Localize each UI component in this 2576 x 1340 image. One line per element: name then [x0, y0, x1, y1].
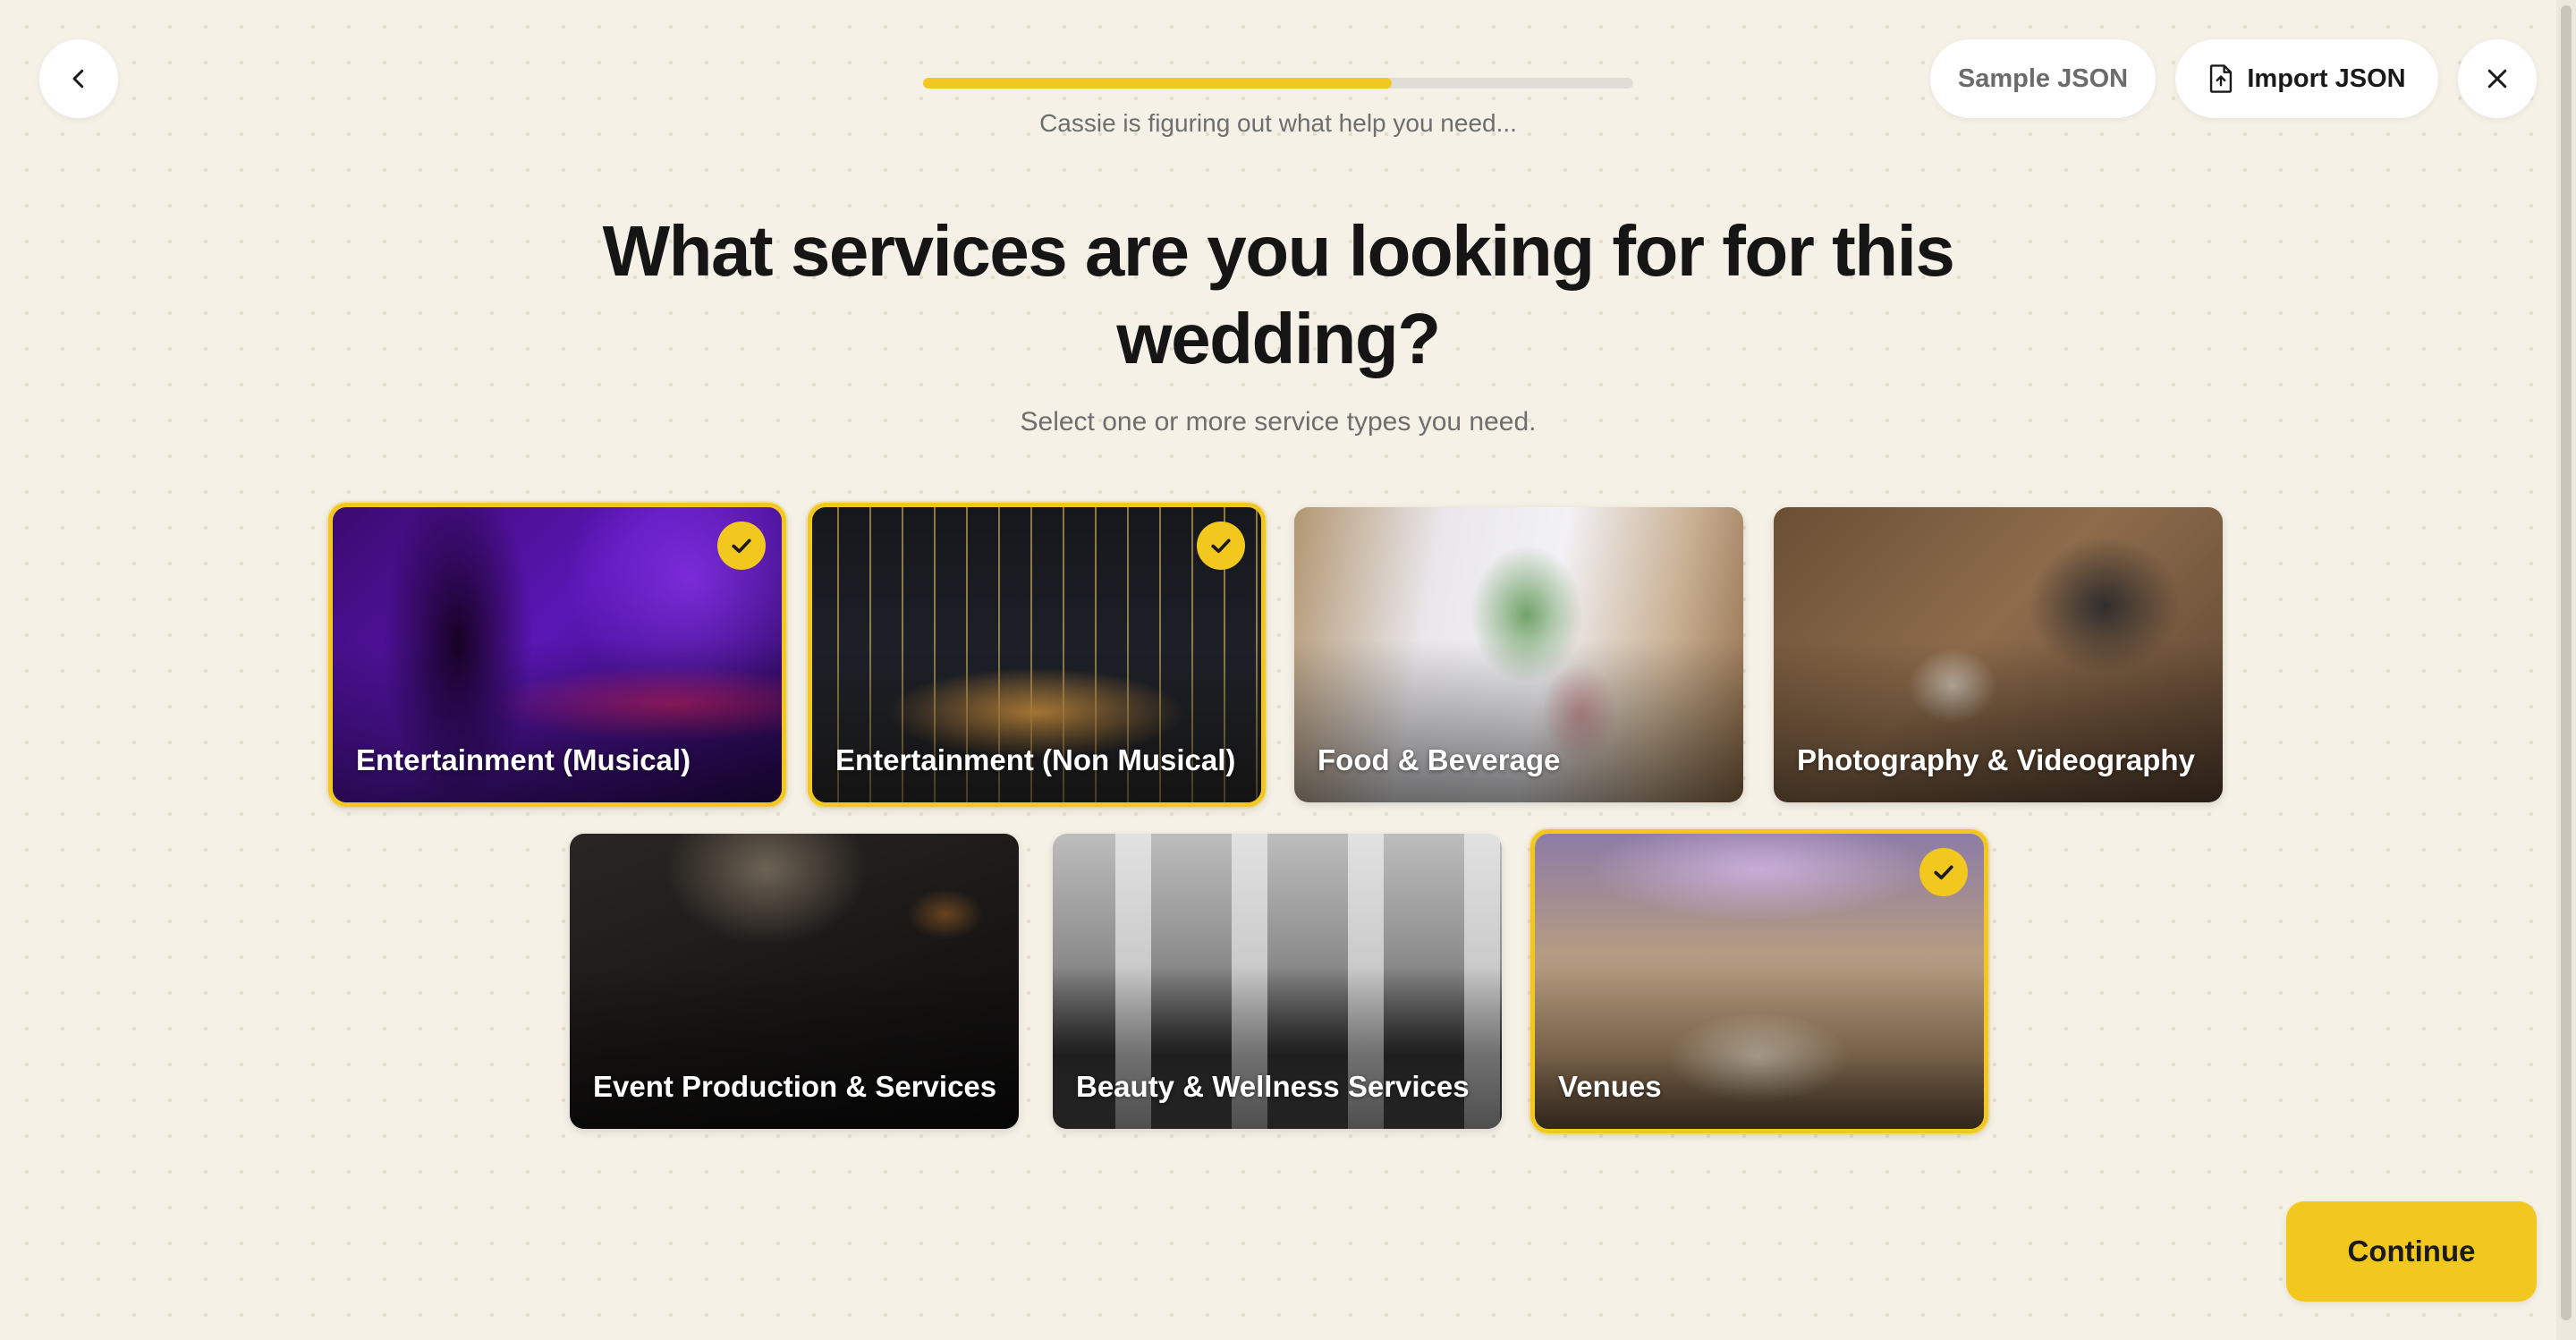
- service-card-venues[interactable]: Venues: [1530, 829, 1988, 1133]
- file-upload-icon: [2210, 64, 2233, 93]
- progress-fill: [923, 78, 1393, 89]
- service-card-food-beverage[interactable]: Food & Beverage: [1294, 507, 1743, 802]
- chevron-left-icon: [72, 69, 84, 89]
- sample-json-button[interactable]: Sample JSON: [1930, 39, 2156, 118]
- service-card-photography-videography[interactable]: Photography & Videography: [1774, 507, 2223, 802]
- import-json-button[interactable]: Import JSON: [2175, 39, 2438, 118]
- selected-check-icon: [1919, 848, 1968, 896]
- service-card-label: Entertainment (Musical): [356, 743, 691, 776]
- continue-button[interactable]: Continue: [2286, 1201, 2537, 1302]
- scrollbar-thumb[interactable]: [2561, 5, 2572, 1320]
- close-button[interactable]: [2458, 39, 2537, 118]
- progress-status-text: Cassie is figuring out what help you nee…: [1039, 109, 1517, 137]
- page-subtitle: Select one or more service types you nee…: [1020, 407, 1537, 437]
- service-card-label: Event Production & Services: [593, 1070, 997, 1103]
- back-button[interactable]: [39, 39, 118, 118]
- page-scrollbar[interactable]: [2556, 0, 2576, 1340]
- close-icon: [2487, 69, 2507, 89]
- service-card-entertainment-non-musical[interactable]: Entertainment (Non Musical): [808, 503, 1266, 807]
- service-card-label: Photography & Videography: [1797, 743, 2195, 776]
- service-card-entertainment-musical[interactable]: Entertainment (Musical): [328, 503, 786, 807]
- progress-bar: [923, 78, 1633, 89]
- selected-check-icon: [717, 522, 766, 570]
- selected-check-icon: [1197, 522, 1245, 570]
- service-card-label: Food & Beverage: [1318, 743, 1561, 776]
- service-card-beauty-wellness[interactable]: Beauty & Wellness Services: [1053, 834, 1502, 1129]
- service-card-label: Entertainment (Non Musical): [835, 743, 1236, 776]
- service-card-label: Beauty & Wellness Services: [1076, 1070, 1470, 1103]
- service-card-event-production[interactable]: Event Production & Services: [570, 834, 1019, 1129]
- service-card-label: Venues: [1558, 1070, 1662, 1103]
- import-json-label: Import JSON: [2247, 64, 2406, 93]
- page-title: What services are you looking for for th…: [602, 211, 1955, 378]
